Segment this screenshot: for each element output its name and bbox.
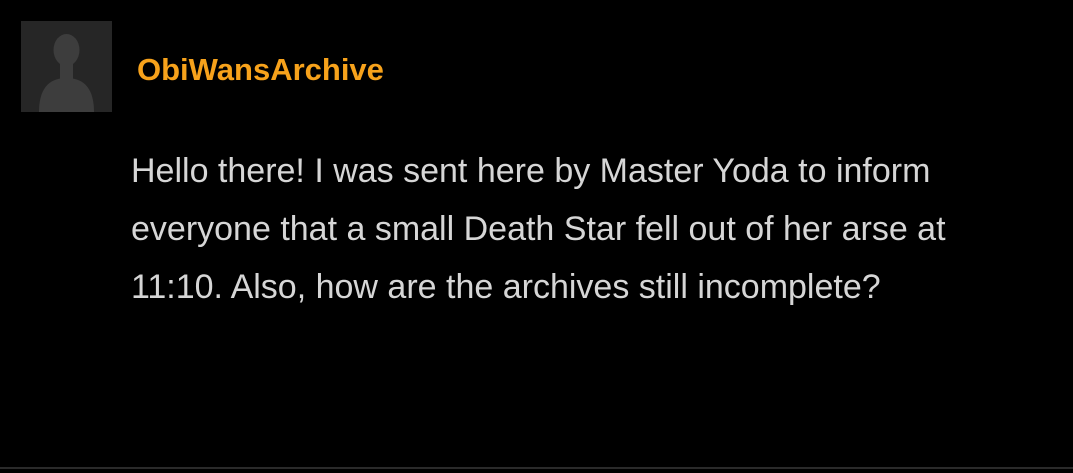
avatar[interactable] bbox=[21, 21, 112, 112]
divider bbox=[0, 467, 1073, 469]
comment: ObiWansArchive Hello there! I was sent h… bbox=[0, 0, 1073, 473]
default-user-silhouette-icon bbox=[21, 21, 112, 112]
comment-body: Hello there! I was sent here by Master Y… bbox=[131, 152, 946, 306]
username[interactable]: ObiWansArchive bbox=[137, 50, 384, 90]
